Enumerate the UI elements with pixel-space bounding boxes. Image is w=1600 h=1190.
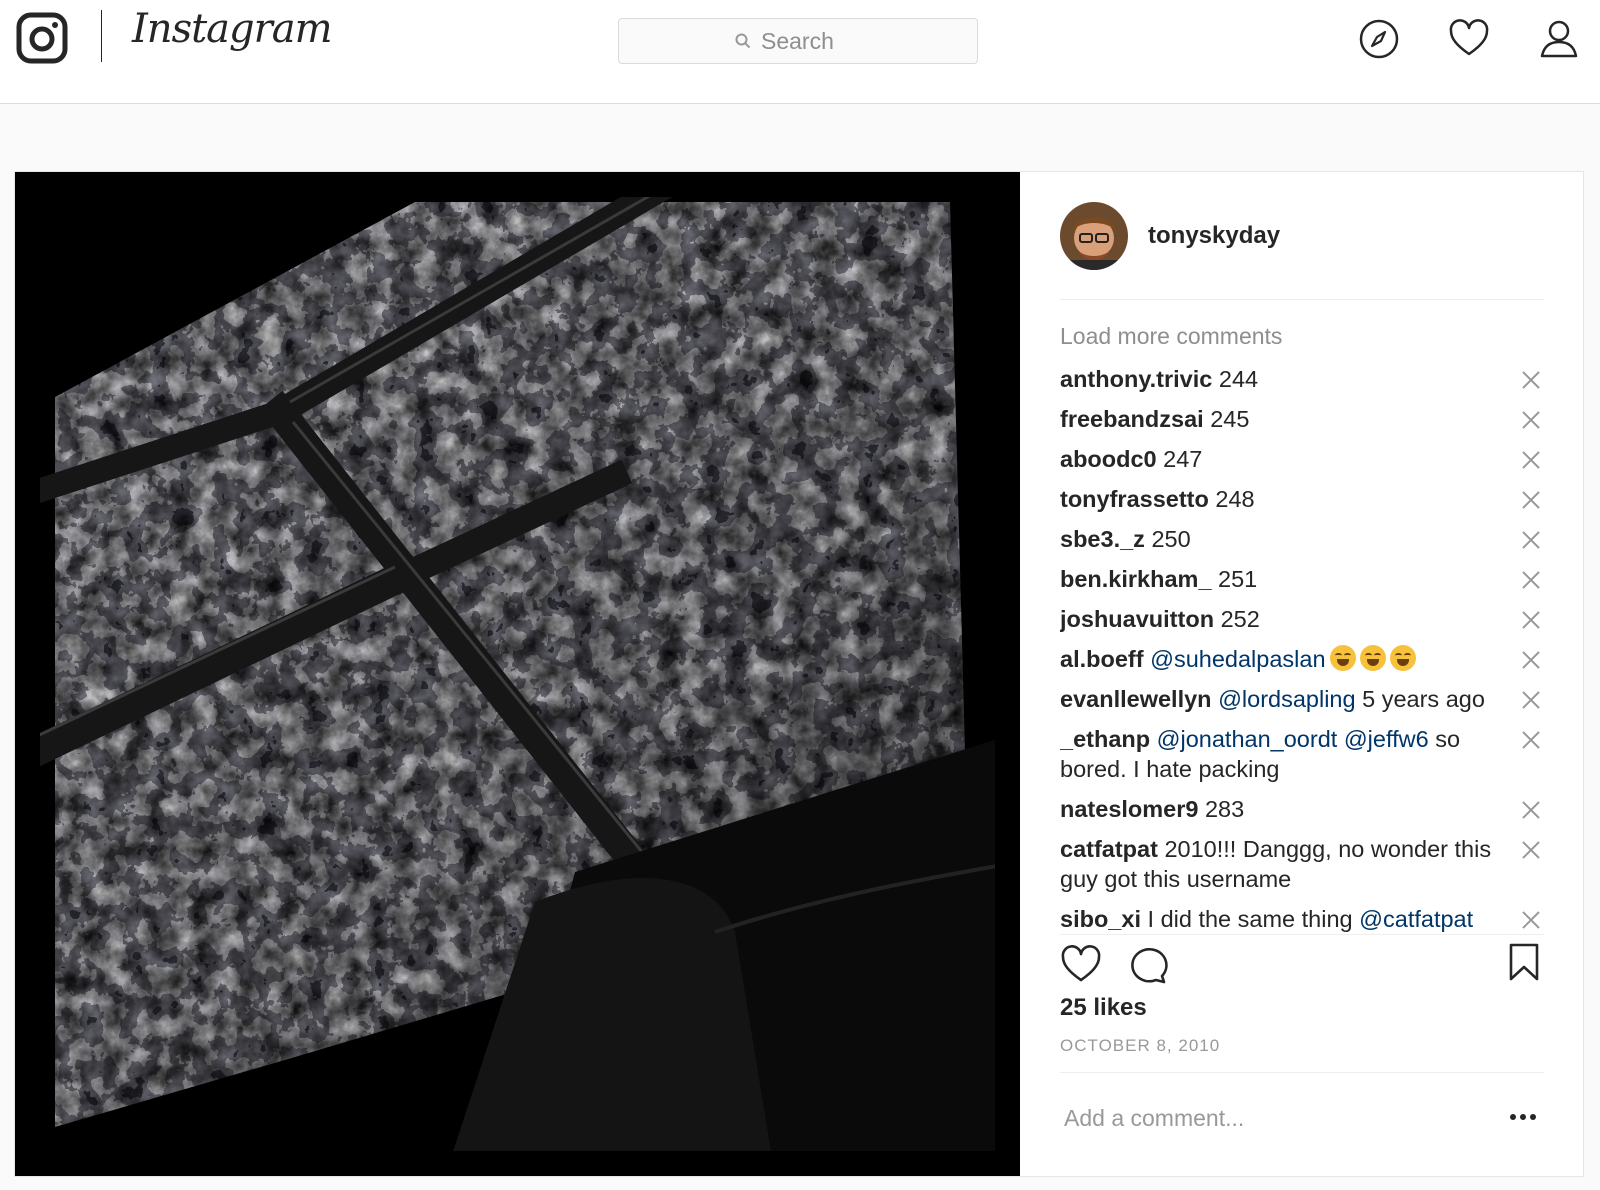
avatar[interactable] (1060, 202, 1128, 270)
comment-username[interactable]: joshuavuitton (1060, 606, 1214, 632)
actions-divider (1060, 934, 1544, 935)
explore-compass-icon[interactable] (1358, 18, 1400, 60)
instagram-wordmark[interactable]: Instagram (132, 6, 333, 52)
like-count[interactable]: 25 likes (1060, 994, 1147, 1022)
laughing-tears-emoji (1329, 645, 1356, 671)
search-icon (735, 33, 751, 49)
top-navigation: Instagram (0, 0, 1600, 104)
logo-divider (101, 10, 102, 62)
comment-item: nateslomer9 283 (1060, 794, 1544, 824)
comment-text: 245 (1210, 406, 1250, 432)
comment-item: joshuavuitton 252 (1060, 604, 1544, 634)
comment-item: sbe3._z 250 (1060, 524, 1544, 554)
comment-item: catfatpat 2010!!! Danggg, no wonder this… (1060, 834, 1544, 894)
comment-username[interactable]: sbe3._z (1060, 526, 1145, 552)
comment-username[interactable]: _ethanp (1060, 726, 1150, 752)
comment-item: anthony.trivic 244 (1060, 364, 1544, 394)
comment-items: anthony.trivic 244 freebandzsai 245 aboodc… (1060, 364, 1544, 934)
delete-comment-close-icon[interactable] (1520, 728, 1542, 750)
comment-username[interactable]: tonyfrassetto (1060, 486, 1209, 512)
skylight-photo-image (15, 172, 1020, 1176)
comment-username[interactable]: evanllewellyn (1060, 686, 1212, 712)
delete-comment-close-icon[interactable] (1520, 368, 1542, 390)
comment-username[interactable]: nateslomer9 (1060, 796, 1198, 822)
search-box[interactable] (618, 18, 978, 64)
laughing-tears-emoji (1359, 645, 1386, 671)
comment-bubble-icon[interactable] (1126, 944, 1168, 991)
instagram-camera-icon[interactable] (16, 12, 68, 64)
comment-username[interactable]: al.boeff (1060, 646, 1144, 672)
post-card: tonyskyday Load more comments anthony.tr… (14, 171, 1584, 1177)
comment-text: 244 (1218, 366, 1259, 392)
post-sidebar: tonyskyday Load more comments anthony.tr… (1020, 172, 1583, 1176)
add-comment-input[interactable] (1064, 1098, 1484, 1138)
delete-comment-close-icon[interactable] (1520, 838, 1542, 860)
laughing-tears-emoji (1389, 645, 1416, 671)
comment-input-divider (1060, 1072, 1544, 1073)
comment-item: sibo_xi I did the same thing @catfatpat (1060, 904, 1544, 934)
comment-mention-link[interactable]: @jonathan_oordt (1157, 726, 1338, 752)
post-header: tonyskyday (1060, 200, 1544, 300)
comment-text: 5 years ago (1362, 686, 1485, 712)
comment-item: ben.kirkham_ 251 (1060, 564, 1544, 594)
comment-text: 250 (1151, 526, 1191, 552)
comment-mention-link[interactable]: @jeffw6 (1344, 726, 1429, 752)
comment-item: al.boeff @suhedalpaslan (1060, 644, 1544, 674)
comment-username[interactable]: sibo_xi (1060, 906, 1141, 932)
comment-text: 247 (1163, 446, 1203, 472)
comment-text: 251 (1218, 566, 1258, 592)
comment-item: aboodc0 247 (1060, 444, 1544, 474)
post-date[interactable]: OCTOBER 8, 2010 (1060, 1036, 1220, 1056)
comment-text: 252 (1220, 606, 1260, 632)
post-photo[interactable] (15, 172, 1020, 1176)
delete-comment-close-icon[interactable] (1520, 688, 1542, 710)
comment-item: freebandzsai 245 (1060, 404, 1544, 434)
comment-text: 248 (1215, 486, 1255, 512)
delete-comment-close-icon[interactable] (1520, 648, 1542, 670)
delete-comment-close-icon[interactable] (1520, 908, 1542, 930)
load-more-comments-link[interactable]: Load more comments (1060, 320, 1544, 364)
comment-mention-link[interactable]: @suhedalpaslan (1150, 646, 1325, 672)
activity-heart-icon[interactable] (1448, 18, 1490, 60)
comment-item: evanllewellyn @lordsapling 5 years ago (1060, 684, 1544, 714)
delete-comment-close-icon[interactable] (1520, 488, 1542, 510)
comment-username[interactable]: anthony.trivic (1060, 366, 1212, 392)
comment-text: I did the same thing (1147, 906, 1353, 932)
delete-comment-close-icon[interactable] (1520, 568, 1542, 590)
post-actions-panel: 25 likes OCTOBER 8, 2010 (1060, 934, 1544, 1174)
comment-mention-link[interactable]: @lordsapling (1218, 686, 1356, 712)
delete-comment-close-icon[interactable] (1520, 408, 1542, 430)
post-author-username[interactable]: tonyskyday (1148, 222, 1280, 250)
delete-comment-close-icon[interactable] (1520, 448, 1542, 470)
comment-username[interactable]: ben.kirkham_ (1060, 566, 1212, 592)
search-input[interactable] (761, 27, 861, 55)
comment-mention-link[interactable]: @catfatpat (1359, 906, 1473, 932)
like-heart-icon[interactable] (1060, 944, 1102, 991)
comment-item: _ethanp @jonathan_oordt @jeffw6 so bored… (1060, 724, 1544, 784)
delete-comment-close-icon[interactable] (1520, 608, 1542, 630)
comment-username[interactable]: catfatpat (1060, 836, 1158, 862)
profile-person-icon[interactable] (1538, 18, 1580, 60)
comment-username[interactable]: aboodc0 (1060, 446, 1157, 472)
bookmark-icon[interactable] (1506, 942, 1542, 987)
more-options-icon[interactable] (1508, 1110, 1538, 1122)
delete-comment-close-icon[interactable] (1520, 798, 1542, 820)
comment-text: 283 (1204, 796, 1245, 822)
delete-comment-close-icon[interactable] (1520, 528, 1542, 550)
comment-username[interactable]: freebandzsai (1060, 406, 1204, 432)
comment-item: tonyfrassetto 248 (1060, 484, 1544, 514)
